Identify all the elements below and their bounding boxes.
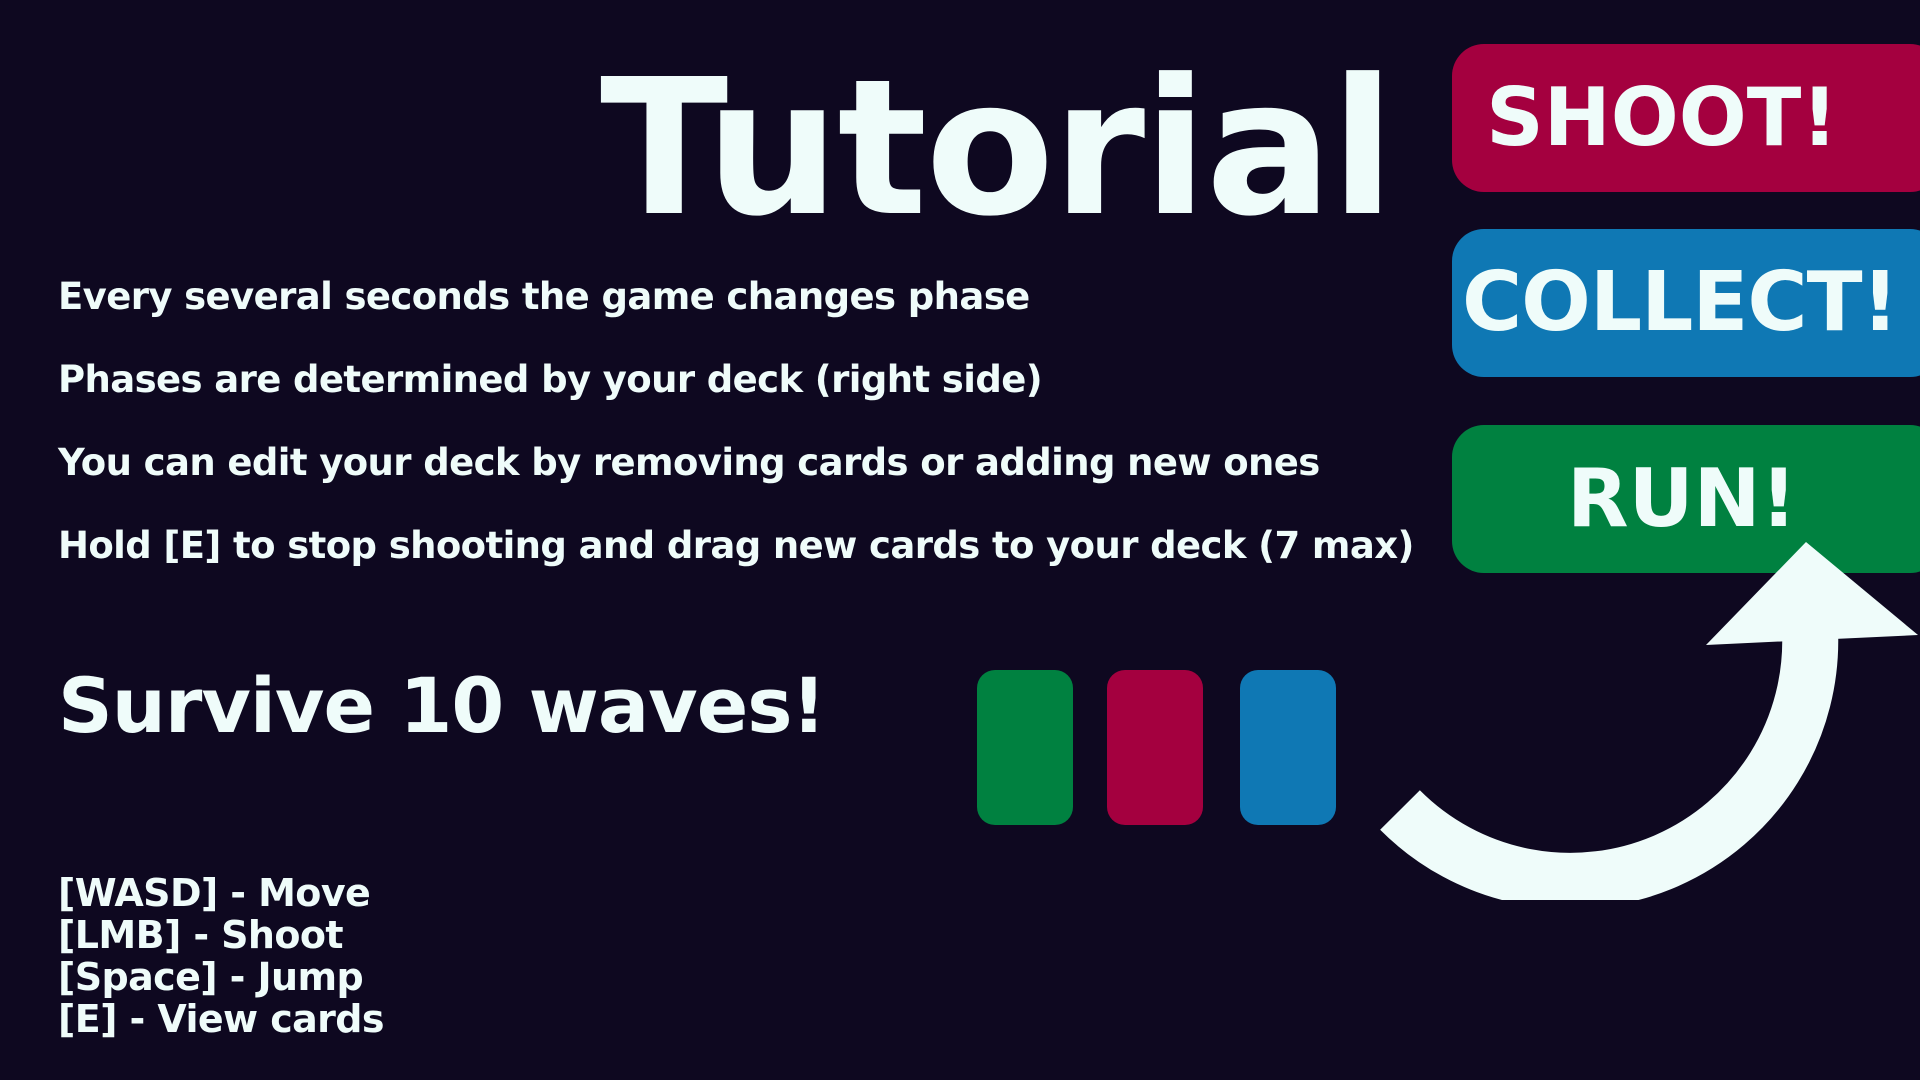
control-jump: [Space] - Jump <box>58 955 364 999</box>
phase-banner-collect-label: COLLECT! <box>1462 255 1899 350</box>
instruction-list: Every several seconds the game changes p… <box>58 270 1414 602</box>
curved-arrow-shaft <box>1380 628 1839 900</box>
control-move: [WASD] - Move <box>58 871 371 915</box>
control-view-cards: [E] - View cards <box>58 997 385 1041</box>
phase-banner-shoot: SHOOT! <box>1452 44 1920 192</box>
instruction-deck-phases: Phases are determined by your deck (righ… <box>58 358 1043 401</box>
instruction-edit-deck: You can edit your deck by removing cards… <box>58 441 1320 484</box>
phase-banner-collect: COLLECT! <box>1452 229 1920 377</box>
controls-list: [WASD] - Move [LMB] - Shoot [Space] - Ju… <box>58 871 385 1041</box>
tutorial-title: Tutorial <box>600 39 1395 258</box>
curved-arrow-head <box>1706 542 1918 645</box>
deck-card-shoot <box>1107 670 1203 825</box>
goal-text: Survive 10 waves! <box>58 661 826 750</box>
phase-banner-shoot-label: SHOOT! <box>1486 71 1838 164</box>
instruction-phase-change: Every several seconds the game changes p… <box>58 275 1030 318</box>
curved-arrow-icon <box>1380 542 1918 900</box>
instruction-drag-cards: Hold [E] to stop shooting and drag new c… <box>58 524 1414 567</box>
deck-card-collect <box>1240 670 1336 825</box>
deck-card-run <box>977 670 1073 825</box>
control-shoot: [LMB] - Shoot <box>58 913 344 957</box>
